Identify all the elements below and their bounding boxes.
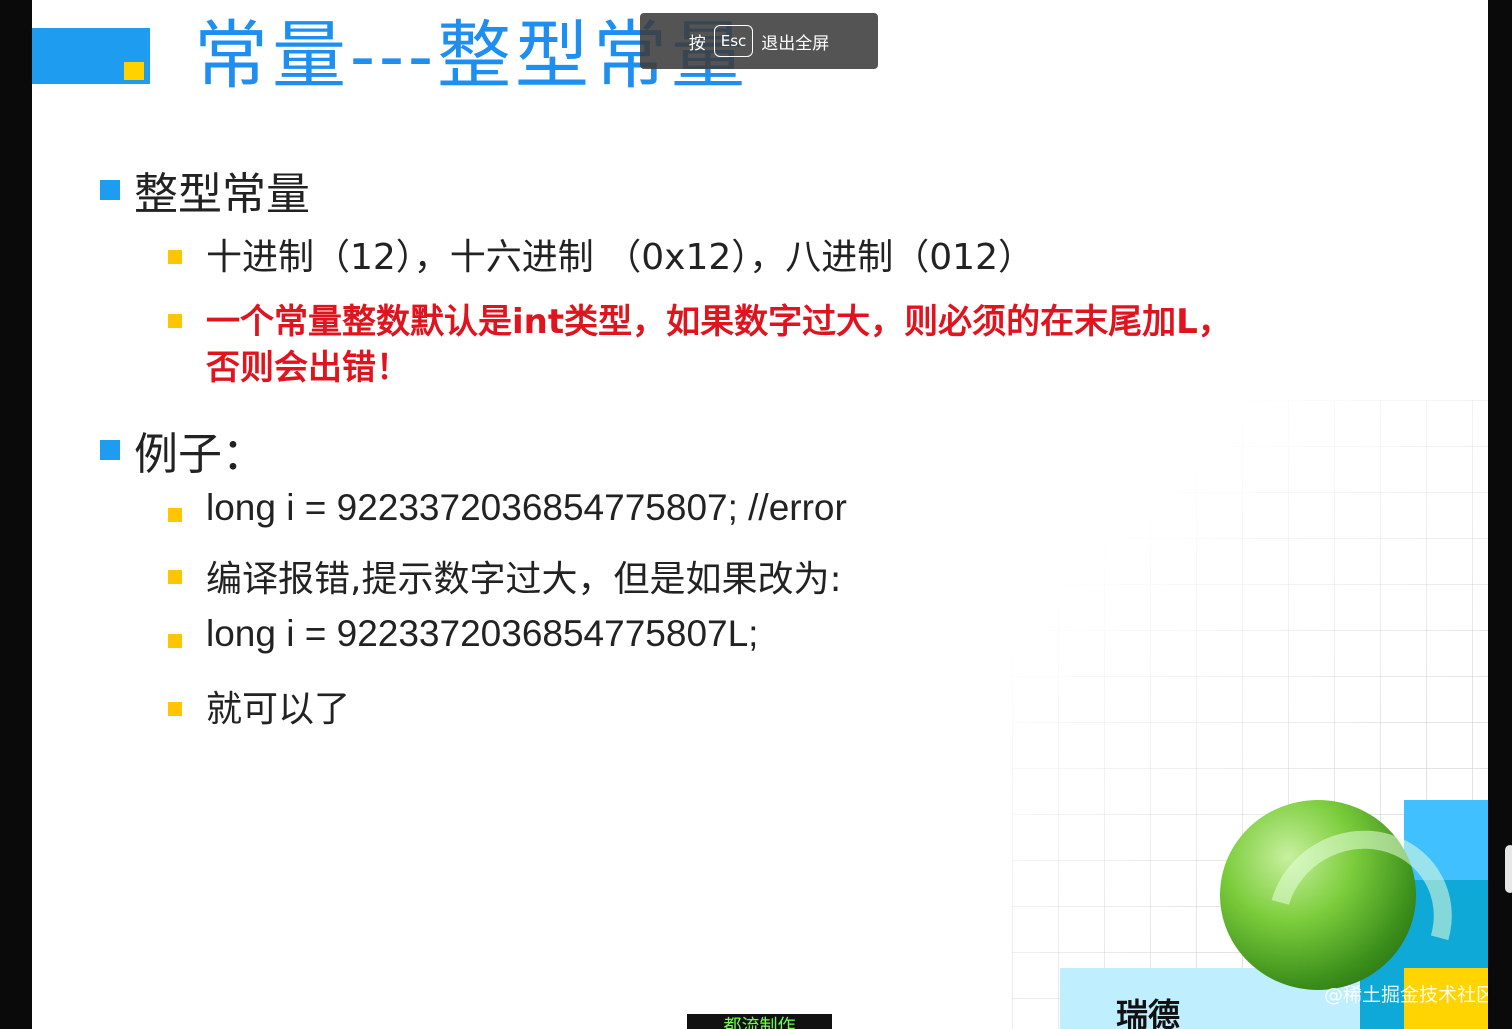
- watermark: @稀土掘金技术社区: [1324, 984, 1488, 1006]
- bullet-square-icon: [168, 314, 182, 328]
- presentation-slide: 常量---整型常量 瑞德 @稀土掘金技术社区 都流制作 整型常量 十进制（12）…: [32, 0, 1488, 1029]
- bullet-square-icon: [168, 508, 182, 522]
- bullet-square-icon: [168, 702, 182, 716]
- exit-fullscreen-toast: 按 Esc 退出全屏: [640, 13, 878, 69]
- list-item-emphasis-continued: 否则会出错！: [206, 348, 410, 388]
- logo-text: 瑞德: [1116, 996, 1181, 1029]
- bottom-label: 都流制作: [687, 1014, 832, 1029]
- bullet-square-icon: [100, 180, 120, 200]
- list-item: 就可以了: [206, 689, 351, 730]
- bullet-square-icon: [168, 570, 182, 584]
- bullet-square-icon: [100, 440, 120, 460]
- toast-press-label: 按: [688, 33, 706, 54]
- section-heading-integer-constants: 整型常量: [134, 169, 310, 220]
- list-item-emphasis: 一个常量整数默认是int类型，如果数字过大，则必须的在末尾加L，: [206, 302, 1232, 342]
- side-panel-handle[interactable]: [1505, 845, 1512, 893]
- section-heading-examples: 例子：: [134, 429, 266, 480]
- esc-key-button[interactable]: Esc: [713, 25, 754, 57]
- code-line-fixed: long i = 9223372036854775807L;: [206, 613, 759, 654]
- title-decoration-square: [124, 62, 144, 80]
- code-line-error: long i = 9223372036854775807; //error: [206, 487, 847, 528]
- screen-left-border: [0, 0, 32, 1029]
- list-item: 十进制（12），十六进制 （0x12），八进制（012）: [206, 237, 1034, 278]
- toast-exit-label: 退出全屏: [761, 33, 830, 54]
- list-item: 编译报错,提示数字过大，但是如果改为:: [206, 559, 842, 600]
- bullet-square-icon: [168, 250, 182, 264]
- bullet-square-icon: [168, 634, 182, 648]
